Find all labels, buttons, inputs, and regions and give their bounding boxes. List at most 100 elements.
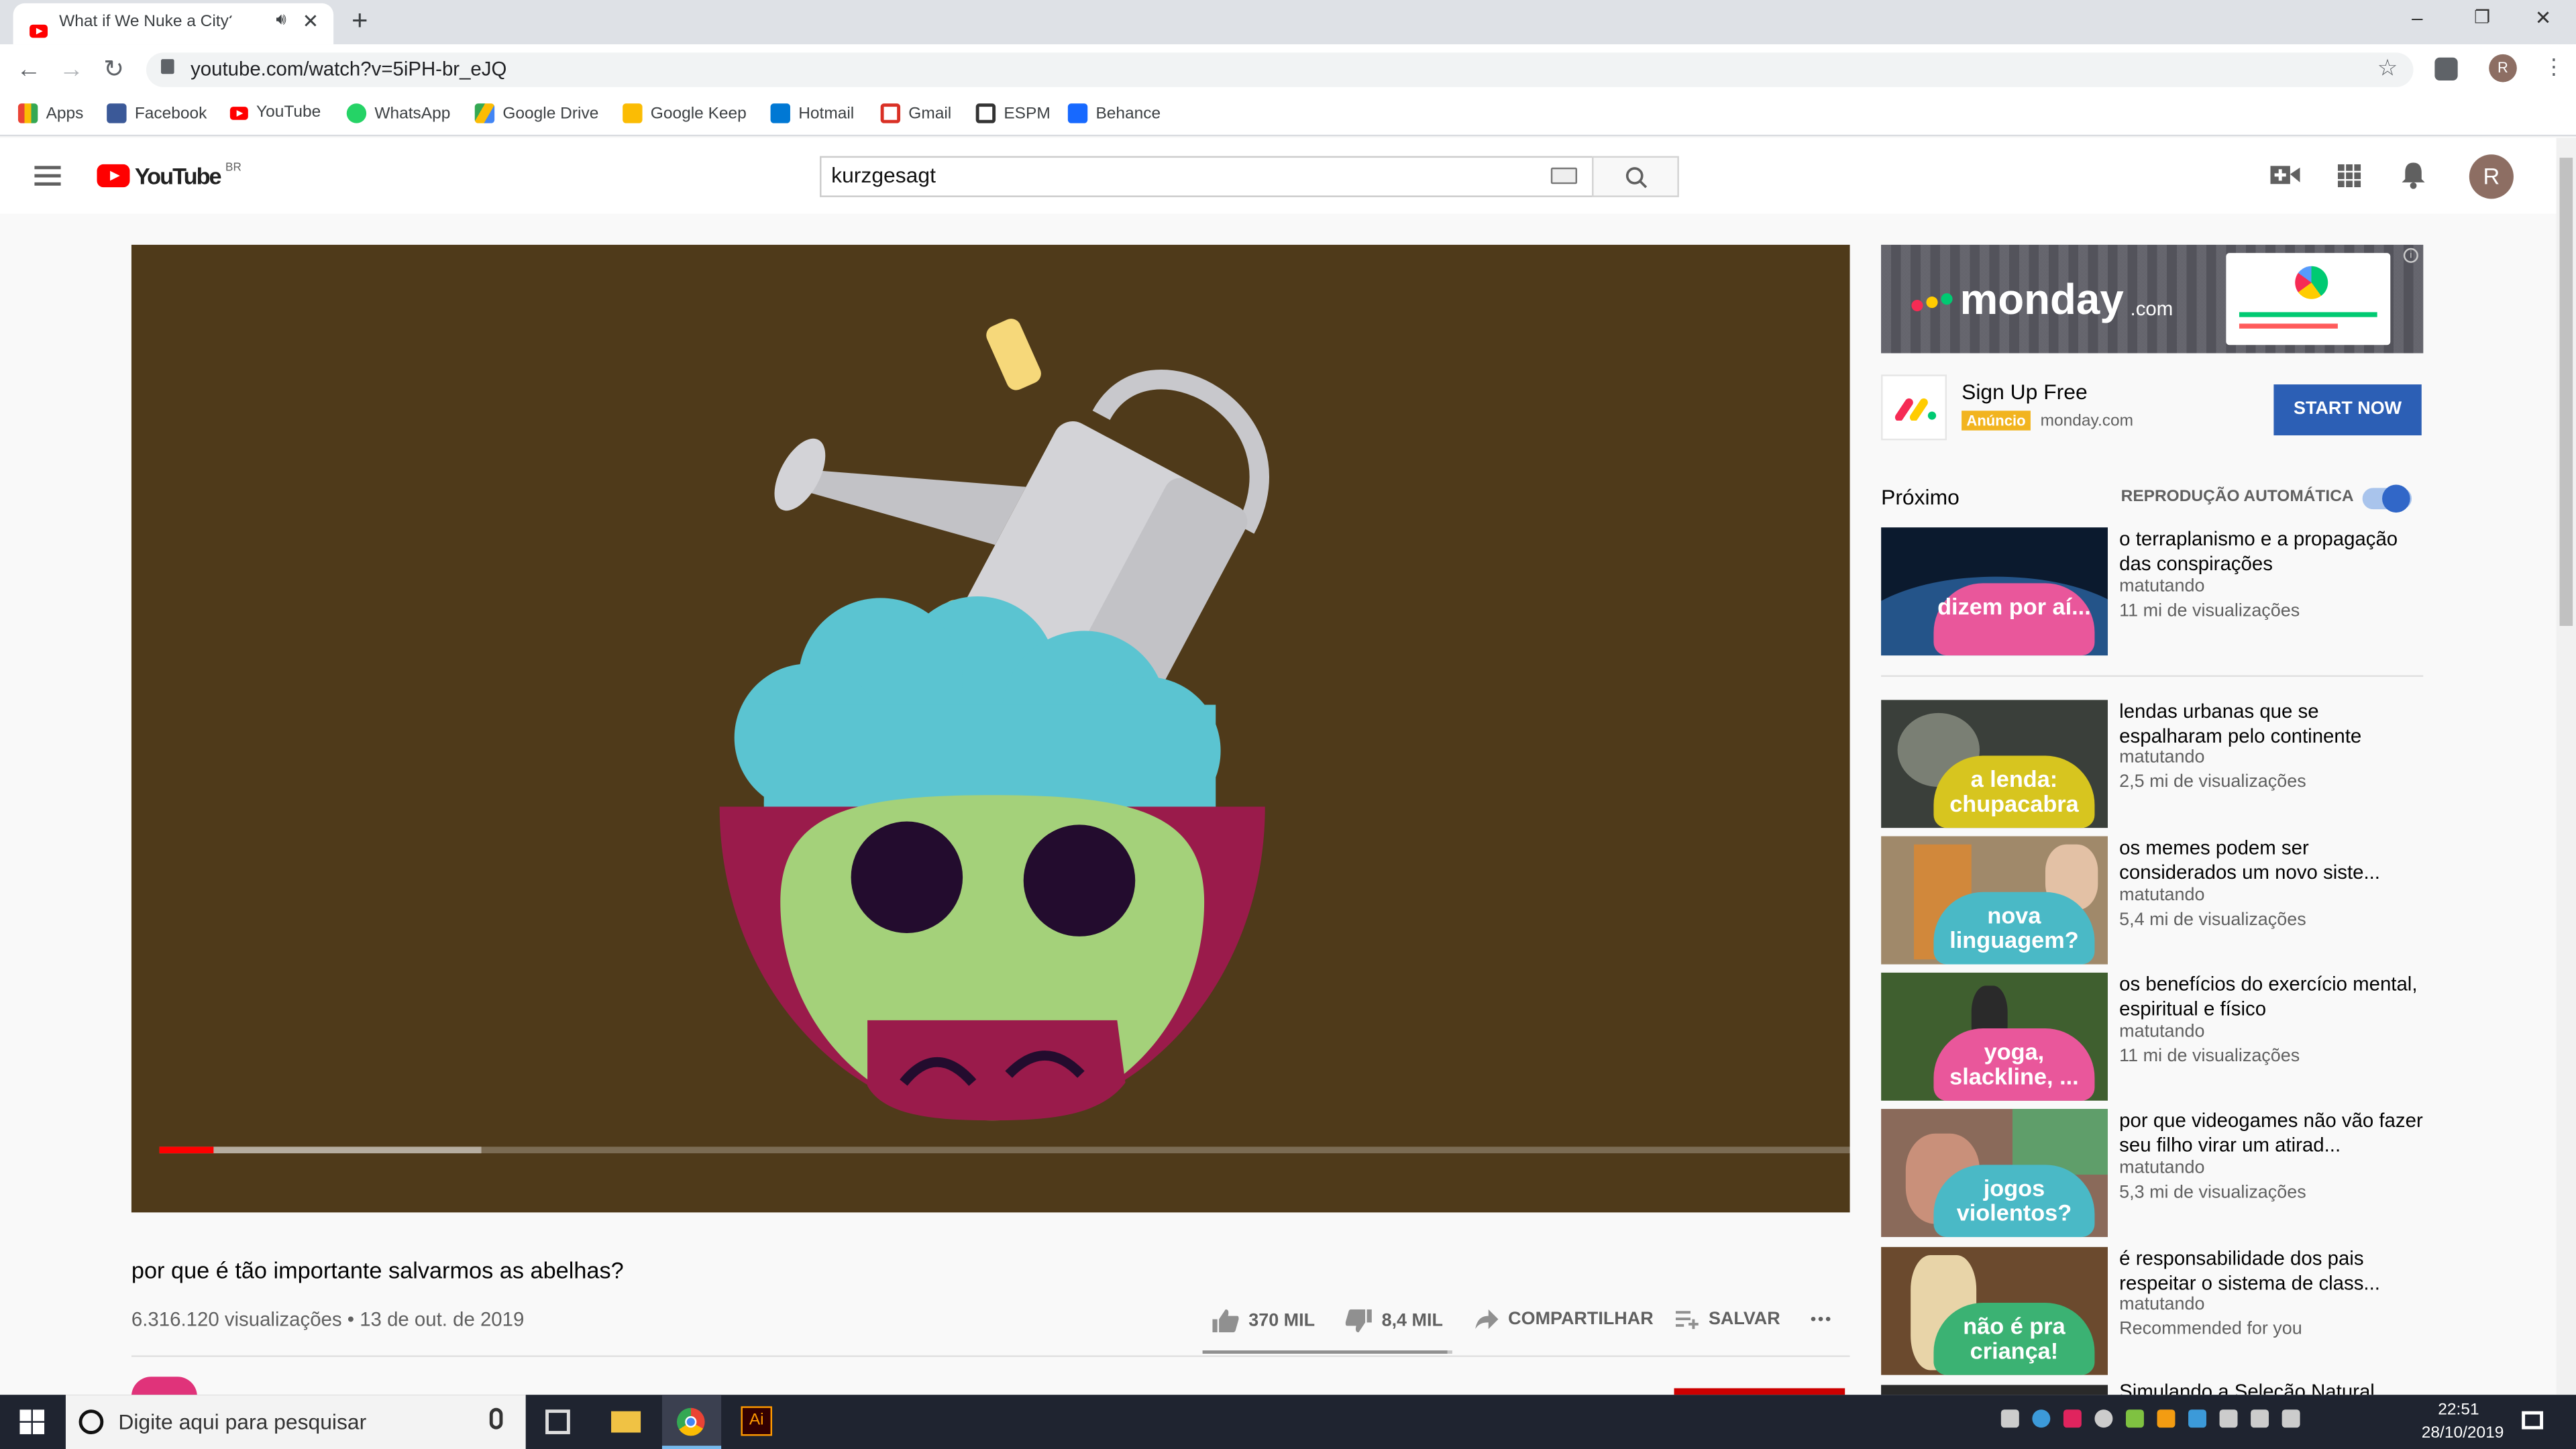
network-icon[interactable] [2251,1409,2269,1428]
volume-icon[interactable] [2282,1409,2300,1428]
video-thumbnail[interactable]: a lenda: chupacabra [1881,700,2108,828]
profile-avatar[interactable]: R [2489,54,2517,83]
close-window-button[interactable]: ✕ [2535,7,2552,30]
create-video-icon[interactable] [2270,164,2300,186]
channel-name[interactable]: matutando [2119,1022,2204,1041]
taskbar-search-input[interactable]: Digite aqui para pesquisar [65,1395,526,1449]
tray-app-icon[interactable] [2094,1409,2113,1428]
video-thumbnail[interactable] [1881,1385,2108,1395]
new-tab-button[interactable]: + [352,5,368,38]
ad-cta-button[interactable]: START NOW [2273,384,2422,435]
bookmark-gmail[interactable]: Gmail [880,103,951,123]
video-title[interactable]: o terraplanismo e a propagação das consp… [2119,527,2423,576]
tray-app-icon[interactable] [2125,1409,2144,1428]
video-thumbnail[interactable]: jogos violentos? [1881,1109,2108,1238]
tab-title: What if We Nuke a City? - Yo [59,13,231,32]
divider [131,1355,1850,1357]
taskbar-clock-date[interactable]: 28/10/2019 [2422,1424,2504,1442]
ad-logo[interactable] [1881,374,1947,441]
channel-name[interactable]: matutando [2119,1159,2204,1178]
restore-button[interactable]: ❐ [2474,7,2490,28]
video-title[interactable]: Simulando a Seleção Natural [2119,1380,2375,1395]
tray-app-icon[interactable] [2157,1409,2176,1428]
video-title[interactable]: lendas urbanas que se espalharam pelo co… [2119,700,2423,749]
channel-name[interactable]: matutando [2119,1295,2204,1314]
bookmark-google-drive[interactable]: Google Drive [474,103,598,123]
save-button[interactable]: SALVAR [1675,1309,1780,1330]
user-avatar[interactable]: R [2469,154,2514,199]
search-input[interactable]: kurzgesagt [820,156,1594,197]
tray-people-icon[interactable] [2000,1409,2019,1428]
video-player[interactable] [131,244,1850,1213]
bookmark-espm[interactable]: ESPM [975,103,1051,123]
more-actions-button[interactable]: ••• [1811,1311,1833,1329]
related-item[interactable]: yoga, slackline, ... os benefícios do ex… [1881,972,2423,1101]
illustrator-icon[interactable]: Ai [741,1406,773,1436]
ad-banner[interactable]: monday .com i [1881,244,2424,354]
video-title[interactable]: é responsabilidade dos pais respeitar o … [2119,1247,2423,1296]
channel-name[interactable]: matutando [2119,747,2204,767]
related-item[interactable]: nova linguagem? os memes podem ser consi… [1881,836,2423,965]
bookmark-behance[interactable]: Behance [1067,103,1161,123]
address-bar[interactable]: youtube.com/watch?v=5iPH-br_eJQ ☆ [146,52,2414,87]
reload-icon[interactable]: ↻ [103,54,124,84]
ad-title[interactable]: Sign Up Free [1962,380,2088,405]
tray-app-icon[interactable] [2188,1409,2206,1428]
channel-name[interactable]: matutando [2119,885,2204,905]
browser-tab[interactable]: What if We Nuke a City? - Yo 🔊︎ ✕ [13,3,334,45]
bookmark-hotmail[interactable]: Hotmail [770,103,854,123]
bookmark-youtube[interactable]: YouTube [229,103,321,121]
taskbar-clock-time[interactable]: 22:51 [2438,1401,2479,1419]
dislike-button[interactable]: 8,4 MIL [1345,1309,1443,1333]
video-thumbnail[interactable]: nova linguagem? [1881,836,2108,965]
youtube-logo[interactable]: YouTube BR [97,162,241,189]
minimize-button[interactable]: – [2412,7,2422,30]
progress-played [159,1146,214,1154]
close-tab-icon[interactable]: ✕ [303,10,319,33]
chrome-menu-icon[interactable]: ⋮ [2543,54,2565,80]
chrome-taskbar-button[interactable] [661,1395,722,1449]
related-item[interactable]: jogos violentos? por que videogames não … [1881,1109,2423,1238]
page-scrollbar[interactable] [2556,138,2576,1395]
action-center-icon[interactable] [2522,1411,2544,1430]
video-title[interactable]: os benefícios do exercício mental, espir… [2119,973,2423,1022]
search-button[interactable] [1592,156,1679,197]
progress-track[interactable] [159,1146,1850,1154]
bookmark-apps[interactable]: Apps [17,103,83,123]
channel-name[interactable]: matutando [2119,577,2204,596]
file-explorer-icon[interactable] [611,1411,641,1433]
related-item[interactable]: não é pra criança! é responsabilidade do… [1881,1246,2423,1375]
bookmark-whatsapp[interactable]: WhatsApp [346,103,450,123]
channel-avatar[interactable] [131,1377,197,1397]
video-thumbnail[interactable]: yoga, slackline, ... [1881,972,2108,1101]
like-button[interactable]: 370 MIL [1212,1309,1315,1333]
tray-app-icon[interactable] [2063,1409,2082,1428]
extension-icon[interactable] [2434,57,2458,81]
forward-icon[interactable]: → [59,56,84,84]
related-item[interactable]: a lenda: chupacabra lendas urbanas que s… [1881,700,2423,828]
keyboard-icon[interactable] [1550,167,1578,184]
subscribe-button[interactable] [1674,1388,1845,1395]
share-button[interactable]: COMPARTILHAR [1475,1309,1654,1330]
tray-app-icon[interactable] [2032,1409,2051,1428]
apps-grid-icon[interactable] [2337,164,2361,188]
bookmark-facebook[interactable]: Facebook [107,103,207,123]
notifications-bell-icon[interactable] [2402,161,2425,189]
windows-start-icon[interactable] [19,1409,45,1434]
video-title[interactable]: por que videogames não vão fazer seu fil… [2119,1109,2423,1158]
video-thumbnail[interactable]: dizem por aí... [1881,527,2108,656]
tray-app-icon[interactable] [2219,1409,2238,1428]
video-thumbnail[interactable]: não é pra criança! [1881,1246,2108,1375]
back-icon[interactable]: ← [16,56,41,84]
speaker-icon[interactable]: 🔊︎ [276,11,286,30]
scrollbar-thumb[interactable] [2559,158,2573,627]
microphone-icon[interactable] [489,1407,503,1430]
hamburger-menu-icon[interactable] [34,166,61,186]
autoplay-toggle[interactable] [2362,484,2412,513]
bookmark-google-keep[interactable]: Google Keep [623,103,747,123]
ad-info-icon[interactable]: i [2403,248,2418,263]
star-icon[interactable]: ☆ [2377,54,2398,83]
up-next-item[interactable]: dizem por aí... o terraplanismo e a prop… [1881,527,2423,656]
video-title[interactable]: os memes podem ser considerados um novo … [2119,837,2423,885]
task-view-icon[interactable] [545,1409,570,1434]
